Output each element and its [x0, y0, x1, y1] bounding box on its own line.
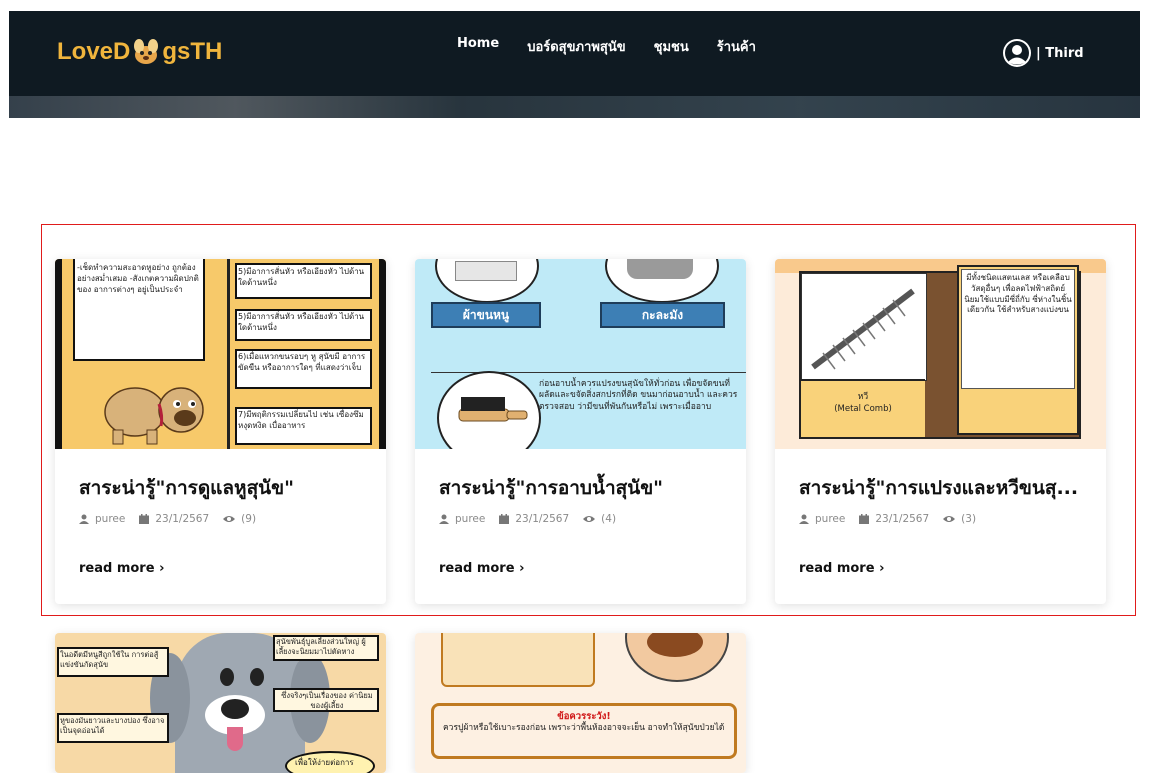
user-avatar-icon: [1003, 39, 1031, 67]
user-icon: [79, 514, 89, 524]
main-nav: Home บอร์ดสุขภาพสุนัข ชุมชน ร้านค้า: [457, 36, 784, 57]
thumb-label-towel: ผ้าขนหนู: [431, 302, 541, 328]
eye-icon: [223, 516, 236, 522]
card-thumbnail[interactable]: หวี (Metal Comb) มีทั้งชนิดแสตนเลส หรือเ…: [775, 259, 1106, 449]
card-thumbnail[interactable]: -เช็ดทำความสะอาดหูอย่าง ถูกต้องอย่างสม่ำ…: [55, 259, 386, 449]
card-meta: puree 23/1/2567 (3): [799, 513, 990, 525]
calendar-icon: [139, 514, 150, 524]
card-author: puree: [95, 513, 126, 525]
nav-community[interactable]: ชุมชน: [654, 36, 689, 57]
warning-title: ข้อควรระวัง!: [557, 711, 611, 722]
article-card-warning[interactable]: ข้อควรระวัง! ควรปูผ้าหรือใช้เบาะรองก่อน …: [415, 633, 746, 773]
thumb-item: 5)มีอาการสั่นหัว หรือเอียงหัว ไปด้านใดด้…: [238, 267, 365, 287]
pug-illustration: [104, 387, 204, 445]
article-card-ear-care[interactable]: -เช็ดทำความสะอาดหูอย่าง ถูกต้องอย่างสม่ำ…: [55, 259, 386, 604]
user-menu[interactable]: | Third: [1002, 38, 1084, 68]
dog-logo-icon: [134, 39, 159, 64]
card-thumbnail[interactable]: ในอดีตมีหนูสีถูกใช้ใน การต่อสู้แข่งขันกั…: [55, 633, 386, 773]
thumb-text: มีทั้งชนิดแสตนเลส หรือเคลือบวัสดุอื่นๆ เ…: [964, 273, 1072, 315]
thumb-text: ซึ่งจริงๆเป็นเรื่องของ ค่านิยมของผู้เลี้…: [281, 691, 373, 711]
thumb-text: หูของมันยาวและบางปอง ซึ่งอาจเป็นจุดอ่อนไ…: [60, 716, 165, 736]
read-more-link[interactable]: read more ›: [79, 561, 164, 576]
thumb-text: ในอดีตมีหนูสีถูกใช้ใน การต่อสู้แข่งขันกั…: [60, 650, 159, 670]
card-thumbnail[interactable]: ผ้าขนหนู กะละมัง ก่อนอาบน้ำควรแปรงขนสุนั…: [415, 259, 746, 449]
user-icon: [439, 514, 449, 524]
nav-home[interactable]: Home: [457, 36, 499, 57]
thumb-label-basin: กะละมัง: [600, 302, 725, 328]
thumb-label-comb: หวี: [857, 392, 869, 402]
thumb-item: 7)มีพฤติกรรมเปลี่ยนไป เช่น เซื่องซึม หงุ…: [238, 410, 364, 430]
calendar-icon: [859, 514, 870, 524]
card-views: (3): [961, 513, 977, 525]
card-meta: puree 23/1/2567 (9): [79, 513, 270, 525]
logo-text-left: LoveD: [57, 38, 131, 65]
card-views: (4): [601, 513, 617, 525]
top-navbar: LoveD gsTH Home บอร์ดสุขภาพสุนัข ชุมชน ร…: [9, 11, 1140, 118]
card-title[interactable]: สาระน่ารู้"การแปรงและหวีขนสุ...: [799, 473, 1078, 503]
warning-text: ควรปูผ้าหรือใช้เบาะรองก่อน เพราะว่าพื้นห…: [443, 723, 725, 733]
card-thumbnail[interactable]: ข้อควรระวัง! ควรปูผ้าหรือใช้เบาะรองก่อน …: [415, 633, 746, 773]
card-title[interactable]: สาระน่ารู้"การดูแลหูสุนัข": [79, 473, 294, 503]
card-date: 23/1/2567: [875, 513, 930, 525]
card-date: 23/1/2567: [155, 513, 210, 525]
thumb-text: เพื่อให้ง่ายต่อการ: [295, 758, 354, 767]
thumb-item: 5)มีอาการสั่นหัว หรือเอียงหัว ไปด้านใดด้…: [238, 312, 365, 332]
thumb-label-metal-comb: (Metal Comb): [834, 404, 892, 414]
card-date: 23/1/2567: [515, 513, 570, 525]
article-card-bathing[interactable]: ผ้าขนหนู กะละมัง ก่อนอาบน้ำควรแปรงขนสุนั…: [415, 259, 746, 604]
user-name: | Third: [1036, 45, 1084, 61]
thumb-text: -เช็ดทำความสะอาดหูอย่าง ถูกต้องอย่างสม่ำ…: [77, 263, 199, 294]
eye-icon: [583, 516, 596, 522]
card-meta: puree 23/1/2567 (4): [439, 513, 630, 525]
hero-image-strip: [9, 96, 1140, 118]
logo-text-right: gsTH: [162, 38, 223, 65]
article-card-bull-terrier[interactable]: ในอดีตมีหนูสีถูกใช้ใน การต่อสู้แข่งขันกั…: [55, 633, 386, 773]
comb-illustration: [811, 288, 915, 370]
thumb-text: สุนัขพันธุ์บูลเลี้ยงส่วนใหญ่ ผู้เลี้ยงจะ…: [276, 637, 366, 657]
thumb-text: ก่อนอาบน้ำควรแปรงขนสุนัขให้ทั่วก่อน เพื่…: [539, 379, 738, 412]
card-views: (9): [241, 513, 257, 525]
calendar-icon: [499, 514, 510, 524]
card-author: puree: [815, 513, 846, 525]
nav-shop[interactable]: ร้านค้า: [717, 36, 756, 57]
read-more-link[interactable]: read more ›: [799, 561, 884, 576]
article-card-brushing[interactable]: หวี (Metal Comb) มีทั้งชนิดแสตนเลส หรือเ…: [775, 259, 1106, 604]
thumb-item: 6)เมื่อแหวกขนรอบๆ หู สุนัขมี อาการขัดขืน…: [238, 352, 366, 372]
site-logo[interactable]: LoveD gsTH: [57, 37, 222, 67]
card-title[interactable]: สาระน่ารู้"การอาบน้ำสุนัข": [439, 473, 663, 503]
nav-health-board[interactable]: บอร์ดสุขภาพสุนัข: [527, 36, 625, 57]
user-icon: [799, 514, 809, 524]
card-author: puree: [455, 513, 486, 525]
eye-icon: [943, 516, 956, 522]
read-more-link[interactable]: read more ›: [439, 561, 524, 576]
brush-illustration: [458, 397, 528, 422]
